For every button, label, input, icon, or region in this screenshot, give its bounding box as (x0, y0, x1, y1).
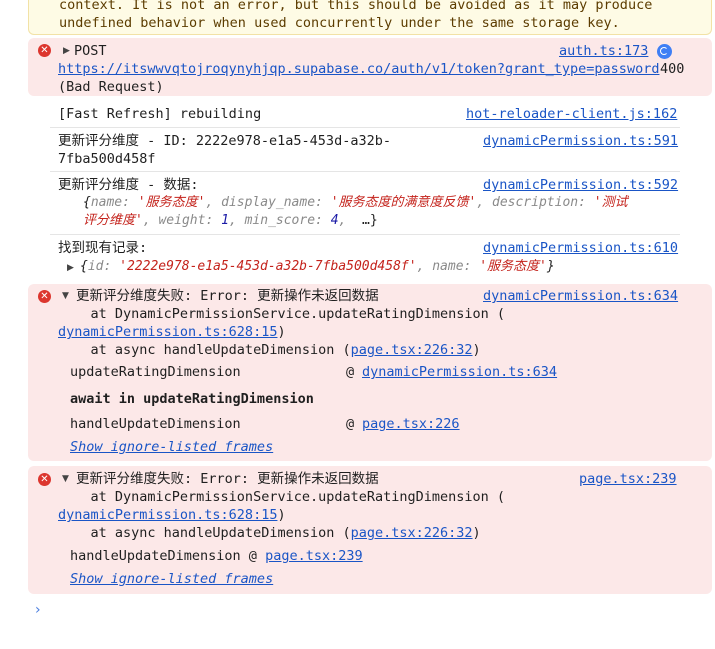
found-object[interactable]: {id: '2222e978-e1a5-453d-a32b-7fba500d45… (80, 258, 555, 276)
error2-stack-line-2[interactable]: at async handleUpdateDimension (page.tsx… (58, 524, 481, 542)
error-circle-icon: ✕ (38, 290, 51, 303)
error1-message: 更新评分维度失败: Error: 更新操作未返回数据 (76, 288, 379, 304)
fast-refresh-log: [Fast Refresh] rebuilding (58, 106, 262, 122)
expand-triangle-icon[interactable]: ▼ (62, 474, 69, 484)
post-url-link[interactable]: https://itswwvqtojroqynyhjqp.supabase.co… (58, 60, 659, 78)
error1-stack-line-2[interactable]: at async handleUpdateDimension (page.tsx… (58, 341, 481, 359)
data-log-title: 更新评分维度 - 数据: (58, 177, 199, 193)
error2-source-link[interactable]: page.tsx:239 (579, 470, 677, 488)
error1-stack-line-1: at DynamicPermissionService.updateRating… (58, 306, 506, 322)
error2-show-ignored-frames-link[interactable]: Show ignore-listed frames (70, 570, 273, 588)
log-divider (50, 127, 680, 128)
error1-source-link[interactable]: dynamicPermission.ts:634 (483, 287, 678, 305)
warning-line-2: undefined behavior when used concurrentl… (59, 15, 620, 31)
found-log-title: 找到现有记录: (58, 240, 148, 256)
post-status: 400 (660, 61, 685, 77)
error1-frame-1-at: @ (346, 364, 355, 380)
error1-stack-line-1-link[interactable]: dynamicPermission.ts:628:15) (58, 323, 286, 341)
update-id-line-2: 7fba500d458f (58, 151, 156, 167)
log-divider (50, 171, 680, 172)
expand-triangle-icon[interactable]: ▶ (67, 263, 74, 273)
error-circle-icon: ✕ (38, 473, 51, 486)
error1-frame-1-link[interactable]: dynamicPermission.ts:634 (362, 363, 557, 381)
data-object-line-1[interactable]: {name: '服务态度', display_name: '服务态度的满意度反馈… (83, 194, 628, 212)
post-source-link[interactable]: auth.ts:173 (559, 42, 648, 60)
error2-stack-line-1: at DynamicPermissionService.updateRating… (58, 489, 506, 505)
error1-frame-2-at: @ (346, 416, 355, 432)
error2-message: 更新评分维度失败: Error: 更新操作未返回数据 (76, 471, 379, 487)
data-object-line-2[interactable]: 评分维度', weight: 1, min_score: 4, …} (83, 212, 378, 230)
chevron-right-icon[interactable]: › (35, 602, 41, 618)
error-circle-icon: ✕ (38, 44, 51, 57)
log-divider (50, 234, 680, 235)
error1-frame-1-name: updateRatingDimension (70, 364, 241, 380)
error2-stack-line-1-link[interactable]: dynamicPermission.ts:628:15) (58, 506, 286, 524)
update-id-source-link[interactable]: dynamicPermission.ts:591 (483, 132, 678, 150)
expand-triangle-icon[interactable]: ▶ (63, 46, 70, 56)
error1-await-label: await in updateRatingDimension (70, 391, 314, 407)
found-log-source-link[interactable]: dynamicPermission.ts:610 (483, 239, 678, 257)
warning-message: context. It is not an error, but this sh… (28, 0, 712, 35)
warning-line-1: context. It is not an error, but this sh… (59, 0, 653, 13)
post-method: POST (74, 43, 107, 59)
update-id-line-1: 更新评分维度 - ID: 2222e978-e1a5-453d-a32b- (58, 133, 391, 149)
error2-frame-1[interactable]: handleUpdateDimension @ page.tsx:239 (70, 547, 363, 565)
error1-frame-2-link[interactable]: page.tsx:226 (362, 415, 460, 433)
post-status-text: (Bad Request) (58, 79, 164, 95)
expand-triangle-icon[interactable]: ▼ (62, 291, 69, 301)
error1-show-ignored-frames-link[interactable]: Show ignore-listed frames (70, 438, 273, 456)
data-log-source-link[interactable]: dynamicPermission.ts:592 (483, 176, 678, 194)
refresh-icon[interactable] (657, 44, 672, 59)
fast-refresh-source-link[interactable]: hot-reloader-client.js:162 (466, 105, 677, 123)
error1-frame-2-name: handleUpdateDimension (70, 416, 241, 432)
